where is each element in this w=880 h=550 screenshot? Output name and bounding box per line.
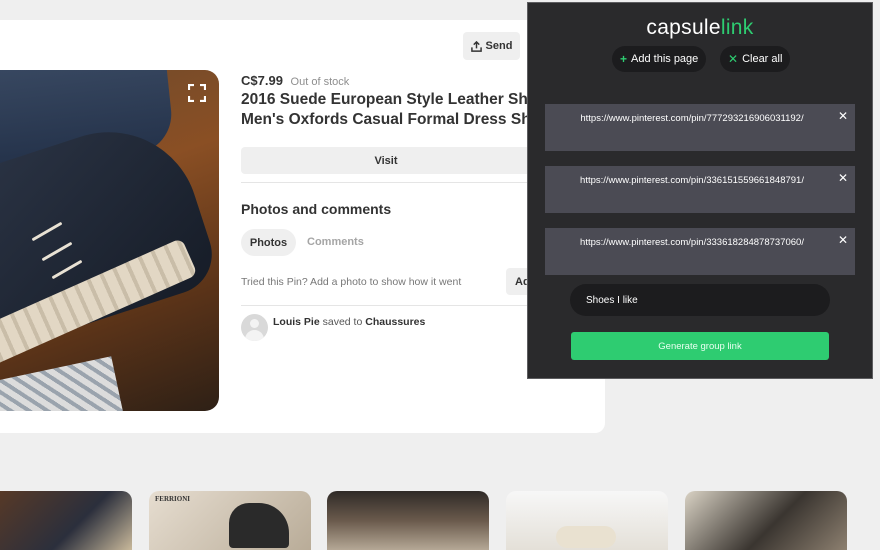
- pin-title-line2: Men's Oxfords Casual Formal Dress Sh: [241, 111, 531, 128]
- add-page-label: Add this page: [631, 53, 699, 65]
- clear-all-label: Clear all: [742, 53, 783, 65]
- avatar-head: [250, 319, 259, 328]
- expand-icon[interactable]: [188, 84, 206, 102]
- saved-line: Louis Pie saved to Chaussures: [273, 316, 425, 328]
- link-item: https://www.pinterest.com/pin/7772932169…: [545, 104, 855, 151]
- link-url: https://www.pinterest.com/pin/7772932169…: [580, 113, 804, 124]
- divider: [241, 305, 531, 306]
- link-url: https://www.pinterest.com/pin/3361515596…: [580, 175, 804, 186]
- capsulelink-logo: capsulelink: [528, 16, 872, 40]
- logo-part2: link: [720, 16, 754, 39]
- saved-user[interactable]: Louis Pie: [273, 316, 320, 328]
- section-title: Photos and comments: [241, 201, 392, 217]
- stock-status: Out of stock: [290, 76, 350, 88]
- tab-comments[interactable]: Comments: [307, 236, 364, 248]
- divider: [241, 182, 531, 183]
- thumbnail-pin[interactable]: FERRIONI: [149, 491, 311, 550]
- pin-image[interactable]: [0, 70, 219, 411]
- price: C$7.99: [241, 73, 283, 88]
- link-url: https://www.pinterest.com/pin/3336182848…: [580, 237, 804, 248]
- saved-verb: saved to: [322, 316, 363, 328]
- thumbnail-pin[interactable]: [685, 491, 847, 550]
- thumbnail-pin[interactable]: [506, 491, 668, 550]
- close-icon[interactable]: ✕: [838, 233, 848, 247]
- plus-icon: +: [620, 52, 628, 66]
- avatar-body: [245, 330, 264, 341]
- visit-button[interactable]: Visit: [241, 147, 531, 174]
- close-icon[interactable]: ✕: [838, 171, 848, 185]
- add-this-page-button[interactable]: + Add this page: [612, 46, 707, 72]
- link-item: https://www.pinterest.com/pin/3361515596…: [545, 166, 855, 213]
- share-icon: [470, 40, 482, 52]
- thumbnail-pin[interactable]: [0, 491, 132, 550]
- send-label: Send: [485, 40, 513, 52]
- capsulelink-popup: capsulelink + Add this page ✕ Clear all …: [527, 2, 873, 379]
- pin-title-line1: 2016 Suede European Style Leather Sh: [241, 91, 528, 108]
- x-icon: ✕: [728, 52, 739, 66]
- close-icon[interactable]: ✕: [838, 109, 848, 123]
- shoe-shape: [556, 526, 616, 548]
- link-item: https://www.pinterest.com/pin/3336182848…: [545, 228, 855, 275]
- pin-title[interactable]: 2016 Suede European Style Leather Sh Men…: [241, 90, 531, 130]
- magazine-shape: [0, 356, 126, 411]
- price-row: C$7.99 Out of stock: [241, 73, 349, 88]
- thumbnail-pin[interactable]: [327, 491, 489, 550]
- shoe-shape: [229, 503, 289, 548]
- tried-text: Tried this Pin? Add a photo to show how …: [241, 276, 462, 288]
- thumbnail-brand: FERRIONI: [155, 495, 191, 503]
- tab-photos[interactable]: Photos: [241, 229, 296, 256]
- saved-board[interactable]: Chaussures: [365, 316, 425, 328]
- send-button[interactable]: Send: [463, 32, 520, 60]
- group-name-input[interactable]: Shoes I like: [570, 284, 830, 316]
- avatar[interactable]: [241, 314, 268, 341]
- clear-all-button[interactable]: ✕ Clear all: [720, 46, 791, 72]
- generate-group-link-button[interactable]: Generate group link: [571, 332, 829, 360]
- logo-part1: capsule: [646, 16, 721, 39]
